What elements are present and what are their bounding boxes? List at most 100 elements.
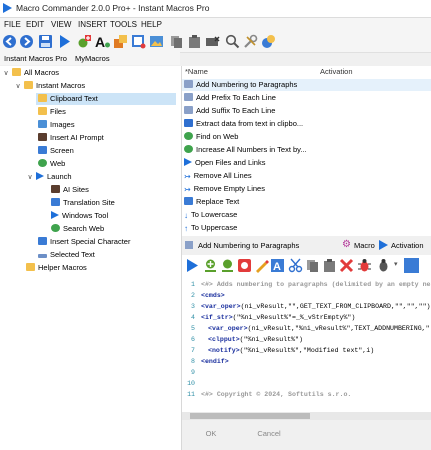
tree-item-files[interactable]: Files <box>36 106 176 118</box>
add-macro-icon[interactable] <box>77 34 92 49</box>
folder-icon <box>12 68 21 76</box>
svg-text:A: A <box>273 261 281 273</box>
tree-item-insert-special-character[interactable]: Insert Special Character <box>36 236 176 248</box>
chevron-down-icon[interactable]: ∨ <box>2 68 10 80</box>
pencil-icon[interactable] <box>254 258 269 273</box>
arrow-icon: ↣ <box>184 172 191 181</box>
tree-item-clipboard-text[interactable]: Clipboard Text <box>36 93 176 105</box>
paste-icon[interactable] <box>187 34 202 49</box>
tab-macro[interactable]: Macro <box>354 241 375 250</box>
text-tool-icon[interactable]: A <box>270 258 285 273</box>
tree-item-translation-site[interactable]: Translation Site <box>49 197 176 209</box>
window-title: Macro Commander 2.0.0 Pro+ - Instant Mac… <box>16 3 210 13</box>
play-icon <box>184 158 192 166</box>
tree-item-screen[interactable]: Screen <box>36 145 176 157</box>
tree-item-search-web[interactable]: Search Web <box>49 223 176 235</box>
tree-item-ai-sites[interactable]: AI Sites <box>49 184 176 196</box>
delete-icon[interactable] <box>205 34 220 49</box>
debug-step-icon[interactable] <box>376 258 391 273</box>
more-icon[interactable] <box>404 258 419 273</box>
list-icon <box>185 241 193 249</box>
paste-icon[interactable] <box>322 258 337 273</box>
chevron-down-icon[interactable]: ∨ <box>14 81 22 93</box>
list-item[interactable]: ↣ Remove All Lines <box>182 170 431 182</box>
activation-icon <box>379 240 388 250</box>
tree-item-web[interactable]: Web <box>36 158 176 170</box>
tree-item-windows-tool[interactable]: Windows Tool <box>49 210 176 222</box>
tree-item-insert-ai-prompt[interactable]: Insert AI Prompt <box>36 132 176 144</box>
debug-icon[interactable] <box>357 258 372 273</box>
text-icon[interactable]: A <box>95 34 110 49</box>
code-editor[interactable]: 1 <#> Adds numbering to paragraphs (deli… <box>182 277 431 412</box>
horizontal-scrollbar[interactable] <box>182 412 431 420</box>
up-arrow-icon: ↑ <box>184 224 188 233</box>
back-icon[interactable] <box>2 34 17 49</box>
copy-icon[interactable] <box>305 258 320 273</box>
forward-icon[interactable] <box>19 34 34 49</box>
delete-icon[interactable] <box>339 258 354 273</box>
list-item[interactable]: Add Numbering to Paragraphs <box>182 79 431 91</box>
collection-tabs: Instant Macros Pro MyMacros <box>0 52 180 65</box>
column-header-name[interactable]: *Name <box>185 66 208 78</box>
cancel-button[interactable]: Cancel <box>254 427 284 441</box>
add-command-icon[interactable] <box>203 258 218 273</box>
list-item[interactable]: Add Prefix To Each Line <box>182 92 431 104</box>
folder-icon <box>38 94 47 102</box>
list-item[interactable]: Add Suffix To Each Line <box>182 105 431 117</box>
editor-title: Add Numbering to Paragraphs <box>198 241 300 250</box>
copy-icon[interactable] <box>169 34 184 49</box>
globe-icon <box>38 159 47 167</box>
list-item[interactable]: Extract data from text in clipbo... <box>182 118 431 130</box>
chevron-down-icon[interactable]: ∨ <box>26 172 34 184</box>
add-line-icon[interactable] <box>220 258 235 273</box>
gear-icon: ⚙ <box>342 239 351 250</box>
main-toolbar: A <box>0 31 431 53</box>
tab-mymacros[interactable]: MyMacros <box>75 54 110 63</box>
list-item[interactable]: ↑ To Uppercase <box>182 222 431 234</box>
macro-list: *Name Activation Add Numbering to Paragr… <box>182 66 431 236</box>
menu-file[interactable]: FILE <box>4 20 21 29</box>
tree-item-images[interactable]: Images <box>36 119 176 131</box>
menu-view[interactable]: VIEW <box>51 20 71 29</box>
menu-tools[interactable]: TOOLS <box>110 20 137 29</box>
scrollbar-thumb[interactable] <box>190 413 310 419</box>
scissors-icon[interactable] <box>288 258 303 273</box>
editor-toolbar: A ▾ <box>182 255 431 278</box>
save-icon[interactable] <box>38 34 53 49</box>
list-item[interactable]: Increase All Numbers in Text by... <box>182 144 431 156</box>
search-icon[interactable] <box>225 34 240 49</box>
image-icon[interactable] <box>149 34 164 49</box>
scissors-icon <box>184 119 193 127</box>
tools-icon[interactable] <box>243 34 258 49</box>
chevron-down-icon[interactable]: ▾ <box>394 260 398 268</box>
column-header-activation[interactable]: Activation <box>320 66 353 78</box>
tree-item-helper-macros[interactable]: Helper Macros <box>24 262 176 274</box>
edit-icon[interactable] <box>113 34 128 49</box>
menu-insert[interactable]: INSERT <box>78 20 107 29</box>
tree-item-all-macros[interactable]: ∨ All Macros <box>2 67 178 79</box>
list-icon <box>184 93 193 101</box>
list-item[interactable]: ↣ Remove Empty Lines <box>182 183 431 195</box>
image-icon <box>38 120 47 128</box>
tree-item-instant-macros[interactable]: ∨ Instant Macros <box>14 80 178 92</box>
list-item[interactable]: Find on Web <box>182 131 431 143</box>
menu-help[interactable]: HELP <box>141 20 162 29</box>
help-icon[interactable] <box>261 34 276 49</box>
run-icon[interactable] <box>57 34 72 49</box>
menu-edit[interactable]: EDIT <box>26 20 44 29</box>
list-item[interactable]: Open Files and Links <box>182 157 431 169</box>
tab-instant-macros-pro[interactable]: Instant Macros Pro <box>4 54 67 63</box>
list-item[interactable]: Replace Text <box>182 196 431 208</box>
globe-icon <box>184 145 193 153</box>
folder-icon <box>38 107 47 115</box>
list-item[interactable]: ↓ To Lowercase <box>182 209 431 221</box>
tree-item-selected-text[interactable]: Selected Text <box>36 249 176 261</box>
record-icon[interactable] <box>237 258 252 273</box>
screen-icon <box>38 146 47 154</box>
ok-button[interactable]: OK <box>200 427 222 441</box>
tree-item-launch[interactable]: ∨ Launch <box>26 171 176 183</box>
folder-icon <box>24 81 33 89</box>
tab-activation[interactable]: Activation <box>391 241 424 250</box>
run-icon[interactable] <box>185 258 200 273</box>
insert-icon[interactable] <box>131 34 146 49</box>
